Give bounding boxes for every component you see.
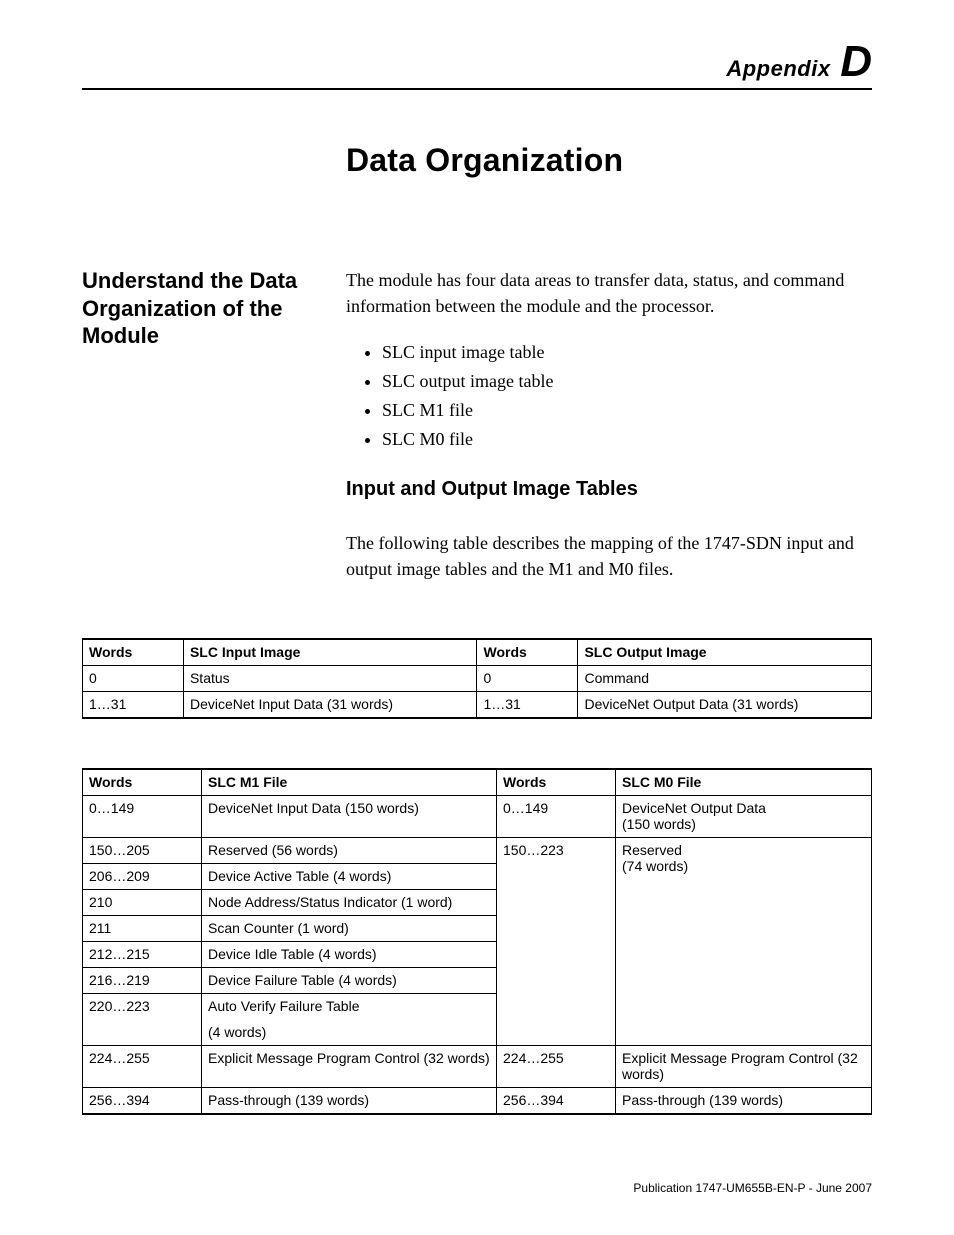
table-header: SLC M0 File: [616, 769, 872, 796]
table-header: SLC M1 File: [202, 769, 497, 796]
table-cell-line: DeviceNet Output Data: [622, 800, 766, 816]
table-cell: 150…205: [83, 838, 202, 864]
table-cell: Scan Counter (1 word): [202, 916, 497, 942]
table-cell: Device Idle Table (4 words): [202, 942, 497, 968]
table-m-files: Words SLC M1 File Words SLC M0 File 0…14…: [82, 768, 872, 1115]
table-cell-line: (74 words): [622, 858, 688, 874]
bullet-item: SLC M1 file: [382, 397, 870, 423]
table-cell: 224…255: [83, 1046, 202, 1088]
table-cell: DeviceNet Output Data (150 words): [616, 796, 872, 838]
bullet-item: SLC input image table: [382, 339, 870, 365]
bullet-item: SLC output image table: [382, 368, 870, 394]
table-cell: 150…223: [497, 838, 616, 1046]
table-header: Words: [83, 769, 202, 796]
section-intro: The module has four data areas to transf…: [346, 267, 870, 319]
table-cell: 220…223: [83, 994, 202, 1046]
table-cell: 256…394: [497, 1088, 616, 1115]
table-cell: Device Active Table (4 words): [202, 864, 497, 890]
table-cell: DeviceNet Output Data (31 words): [578, 692, 872, 719]
table-cell: Explicit Message Program Control (32 wor…: [202, 1046, 497, 1088]
footer-text: Publication 1747-UM655B-EN-P - June 2007: [633, 1181, 872, 1195]
table-cell: 0…149: [83, 796, 202, 838]
table-cell-line: Reserved: [622, 842, 682, 858]
table-cell: Pass-through (139 words): [616, 1088, 872, 1115]
table-header: SLC Output Image: [578, 639, 872, 666]
table-cell: Device Failure Table (4 words): [202, 968, 497, 994]
table-cell: Explicit Message Program Control (32 wor…: [616, 1046, 872, 1088]
section-body: The module has four data areas to transf…: [346, 267, 870, 456]
section-heading: Understand the Data Organization of the …: [82, 267, 332, 350]
table-header: Words: [497, 769, 616, 796]
table-cell: 206…209: [83, 864, 202, 890]
table-cell-line: (4 words): [208, 1024, 490, 1040]
appendix-word: Appendix: [726, 56, 830, 81]
table-cell: DeviceNet Input Data (150 words): [202, 796, 497, 838]
table-cell: Reserved (56 words): [202, 838, 497, 864]
appendix-label: Appendix D: [726, 40, 872, 84]
table-cell: 210: [83, 890, 202, 916]
table-header: Words: [477, 639, 578, 666]
table-cell: 1…31: [477, 692, 578, 719]
table-cell: 0: [83, 666, 184, 692]
table-cell: 256…394: [83, 1088, 202, 1115]
table-cell: Node Address/Status Indicator (1 word): [202, 890, 497, 916]
table-cell: DeviceNet Input Data (31 words): [183, 692, 477, 719]
section-bullets: SLC input image table SLC output image t…: [346, 339, 870, 452]
table-cell: Auto Verify Failure Table (4 words): [202, 994, 497, 1046]
table-cell: 212…215: [83, 942, 202, 968]
table-header: Words: [83, 639, 184, 666]
chapter-title: Data Organization: [346, 142, 623, 179]
bullet-item: SLC M0 file: [382, 426, 870, 452]
table-cell: Reserved (74 words): [616, 838, 872, 1046]
table-cell: 211: [83, 916, 202, 942]
table-header: SLC Input Image: [183, 639, 477, 666]
table-io-image: Words SLC Input Image Words SLC Output I…: [82, 638, 872, 719]
table-cell-line: Auto Verify Failure Table: [208, 998, 360, 1014]
table-cell: 0…149: [497, 796, 616, 838]
table-cell: Pass-through (139 words): [202, 1088, 497, 1115]
appendix-letter: D: [840, 37, 872, 86]
table-cell: 0: [477, 666, 578, 692]
table-cell: Command: [578, 666, 872, 692]
subsection-body: The following table describes the mappin…: [346, 530, 870, 582]
header-rule: Appendix D: [82, 48, 872, 90]
subsection-heading: Input and Output Image Tables: [346, 478, 638, 501]
table-cell: 224…255: [497, 1046, 616, 1088]
table-cell-line: (150 words): [622, 816, 696, 832]
table-cell: 216…219: [83, 968, 202, 994]
table-cell: Status: [183, 666, 477, 692]
table-cell: 1…31: [83, 692, 184, 719]
